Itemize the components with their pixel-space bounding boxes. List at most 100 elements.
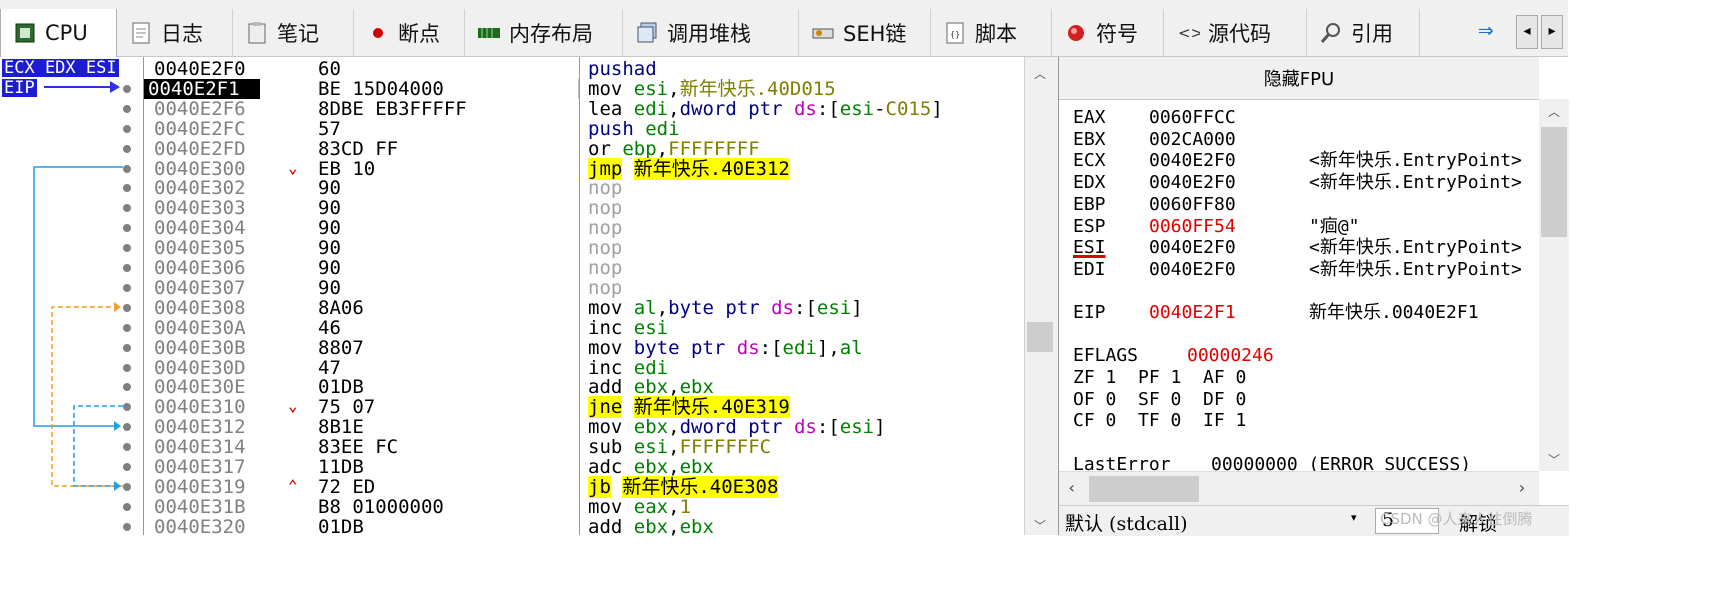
disasm-address[interactable]: 0040E30B bbox=[144, 338, 260, 358]
disasm-bytes[interactable]: 83EE FC bbox=[260, 437, 398, 457]
disasm-instruction[interactable]: adc ebx,ebx bbox=[580, 457, 1025, 477]
disasm-address[interactable]: 0040E2F0 bbox=[144, 59, 260, 79]
register-hscrollbar[interactable]: ‹ › bbox=[1059, 471, 1539, 506]
disasm-address[interactable]: 0040E317 bbox=[144, 457, 260, 477]
disasm-bytes[interactable]: 8B1E bbox=[260, 417, 364, 437]
breakpoint-dot[interactable] bbox=[123, 124, 131, 133]
disasm-bytes[interactable]: 8807 bbox=[260, 338, 364, 358]
disasm-address[interactable]: 0040E314 bbox=[144, 437, 260, 457]
register-row[interactable]: EAX 0060FFCC bbox=[1073, 107, 1309, 129]
tab-log[interactable]: 日志 bbox=[117, 9, 233, 56]
scroll-down-icon[interactable]: ﹀ bbox=[1548, 451, 1560, 468]
disasm-instruction[interactable]: pushad bbox=[580, 59, 1025, 79]
breakpoint-dot[interactable] bbox=[123, 522, 131, 531]
calling-convention-select[interactable]: 默认 (stdcall) ▾ bbox=[1065, 509, 1357, 535]
disasm-address[interactable]: 0040E30A bbox=[144, 318, 260, 338]
register-row[interactable]: ESP 0060FF54 "痐@" bbox=[1073, 216, 1360, 238]
tab-script[interactable]: {} 脚本 bbox=[931, 9, 1052, 56]
disasm-address[interactable]: 0040E304 bbox=[144, 218, 260, 238]
disasm-address[interactable]: 0040E2FC bbox=[144, 119, 260, 139]
register-row[interactable]: EBX 002CA000 bbox=[1073, 129, 1309, 151]
disasm-bytes[interactable]: 57 bbox=[260, 119, 341, 139]
disasm-address[interactable]: 0040E31B bbox=[144, 497, 260, 517]
disasm-bytes[interactable]: 90 bbox=[260, 278, 341, 298]
breakpoint-dot[interactable] bbox=[123, 283, 131, 292]
scroll-up-icon[interactable]: ︿ bbox=[1034, 65, 1046, 82]
disasm-address[interactable]: 0040E319 bbox=[144, 477, 260, 497]
register-row[interactable]: EDX 0040E2F0 <新年快乐.EntryPoint> bbox=[1073, 172, 1522, 194]
tab-references[interactable]: 引用 bbox=[1307, 9, 1420, 56]
disasm-bytes[interactable]: 72 ED bbox=[260, 477, 375, 497]
tab-notes[interactable]: 笔记 bbox=[233, 9, 354, 56]
tab-source-code[interactable]: <> 源代码 bbox=[1164, 9, 1307, 56]
disasm-bytes[interactable]: 46 bbox=[260, 318, 341, 338]
hide-fpu-button[interactable]: 隐藏FPU bbox=[1059, 57, 1539, 100]
disasm-instruction[interactable]: nop bbox=[580, 258, 1025, 278]
flags-row[interactable]: CF 0 TF 0 IF 1 bbox=[1073, 410, 1246, 432]
disasm-instruction[interactable]: mov ebx,dword ptr ds:[esi] bbox=[580, 417, 1025, 437]
disasm-bytes[interactable]: BE 15D04000 bbox=[260, 79, 444, 99]
breakpoint-dot[interactable] bbox=[123, 363, 131, 372]
bytes-column[interactable]: 60 BE 15D04000 8DBE EB3FFFFF 57 83CD FF EB 10… bbox=[260, 57, 578, 537]
breakpoint-dot[interactable] bbox=[123, 303, 131, 312]
disasm-bytes[interactable]: 90 bbox=[260, 178, 341, 198]
disasm-instruction[interactable]: jne 新年快乐.40E319 bbox=[580, 396, 1025, 419]
breakpoint-dot[interactable] bbox=[123, 323, 131, 332]
disasm-bytes[interactable]: 8A06 bbox=[260, 298, 364, 318]
disasm-instruction[interactable]: nop bbox=[580, 218, 1025, 238]
register-hscroll-thumb[interactable] bbox=[1089, 476, 1199, 502]
breakpoint-dot[interactable] bbox=[123, 144, 131, 153]
disasm-address[interactable]: 0040E300 bbox=[144, 159, 260, 179]
disasm-instruction[interactable]: nop bbox=[580, 178, 1025, 198]
disasm-bytes[interactable]: 75 07 bbox=[260, 397, 375, 417]
scroll-up-icon[interactable]: ︿ bbox=[1548, 103, 1560, 120]
disasm-address[interactable]: 0040E308 bbox=[144, 298, 260, 318]
tab-symbols[interactable]: 符号 bbox=[1052, 9, 1164, 56]
scroll-tabs-left-icon[interactable]: ◂ bbox=[1516, 15, 1538, 49]
tab-breakpoint[interactable]: 断点 bbox=[354, 9, 465, 56]
tab-seh-chain[interactable]: SEH链 bbox=[799, 9, 931, 56]
disasm-instruction[interactable]: jb 新年快乐.40E308 bbox=[580, 475, 1025, 498]
disasm-address[interactable]: 0040E312 bbox=[144, 417, 260, 437]
disasm-scroll-thumb[interactable] bbox=[1027, 322, 1053, 352]
disasm-instruction[interactable]: lea edi,dword ptr ds:[esi-C015] bbox=[580, 99, 1025, 119]
tab-cpu-chip[interactable]: CPU bbox=[0, 9, 117, 57]
register-row[interactable]: EBP 0060FF80 bbox=[1073, 194, 1309, 216]
disasm-bytes[interactable]: B8 01000000 bbox=[260, 497, 444, 517]
disasm-instruction[interactable]: sub esi,FFFFFFFC bbox=[580, 437, 1025, 457]
register-row[interactable]: EFLAGS 00000246 bbox=[1073, 345, 1347, 367]
disasm-address[interactable]: 0040E30D bbox=[144, 358, 260, 378]
register-row[interactable]: EIP 0040E2F1 新年快乐.0040E2F1 bbox=[1073, 302, 1479, 324]
scroll-down-icon[interactable]: ﹀ bbox=[1034, 517, 1046, 534]
breakpoint-dot[interactable] bbox=[123, 104, 131, 113]
scroll-tabs-right-icon[interactable]: ▸ bbox=[1541, 15, 1563, 49]
address-column[interactable]: 0040E2F0 0040E2F1 0040E2F6 0040E2FC 0040E2FD… bbox=[143, 57, 264, 537]
breakpoint-dot[interactable] bbox=[123, 264, 131, 272]
disasm-address[interactable]: 0040E303 bbox=[144, 198, 260, 218]
disasm-address[interactable]: 0040E2FD bbox=[144, 139, 260, 159]
register-row[interactable]: ECX 0040E2F0 <新年快乐.EntryPoint> bbox=[1073, 150, 1522, 172]
register-row[interactable]: EDI 0040E2F0 <新年快乐.EntryPoint> bbox=[1073, 259, 1522, 281]
scroll-right-icon[interactable]: › bbox=[1517, 478, 1527, 497]
breakpoint-dot[interactable] bbox=[123, 502, 131, 511]
disasm-instruction[interactable]: mov byte ptr ds:[edi],al bbox=[580, 338, 1025, 358]
breakpoint-dot[interactable] bbox=[123, 482, 131, 491]
breakpoint-dot[interactable] bbox=[123, 84, 131, 93]
disasm-address[interactable]: 0040E306 bbox=[144, 258, 260, 278]
disasm-instruction[interactable]: push edi bbox=[580, 119, 1025, 139]
disasm-bytes[interactable]: EB 10 bbox=[260, 159, 375, 179]
register-row[interactable]: ESI 0040E2F0 <新年快乐.EntryPoint> bbox=[1073, 237, 1522, 259]
disasm-instruction[interactable]: nop bbox=[580, 198, 1025, 218]
disasm-bytes[interactable]: 83CD FF bbox=[260, 139, 398, 159]
breakpoint-dot[interactable] bbox=[123, 343, 131, 352]
disasm-instruction[interactable]: inc esi bbox=[580, 318, 1025, 338]
disasm-address[interactable]: 0040E2F6 bbox=[144, 99, 260, 119]
disasm-bytes[interactable]: 60 bbox=[260, 59, 341, 79]
flags-row[interactable]: OF 0 SF 0 DF 0 bbox=[1073, 389, 1246, 411]
disasm-bytes[interactable]: 01DB bbox=[260, 517, 364, 537]
scroll-tabs-more-icon[interactable]: ⇒ bbox=[1478, 15, 1512, 49]
scroll-left-icon[interactable]: ‹ bbox=[1067, 478, 1077, 497]
flags-row[interactable]: ZF 1 PF 1 AF 0 bbox=[1073, 367, 1246, 389]
tab-call-stack[interactable]: 调用堆栈 bbox=[623, 9, 799, 56]
register-scroll-thumb[interactable] bbox=[1541, 127, 1567, 237]
